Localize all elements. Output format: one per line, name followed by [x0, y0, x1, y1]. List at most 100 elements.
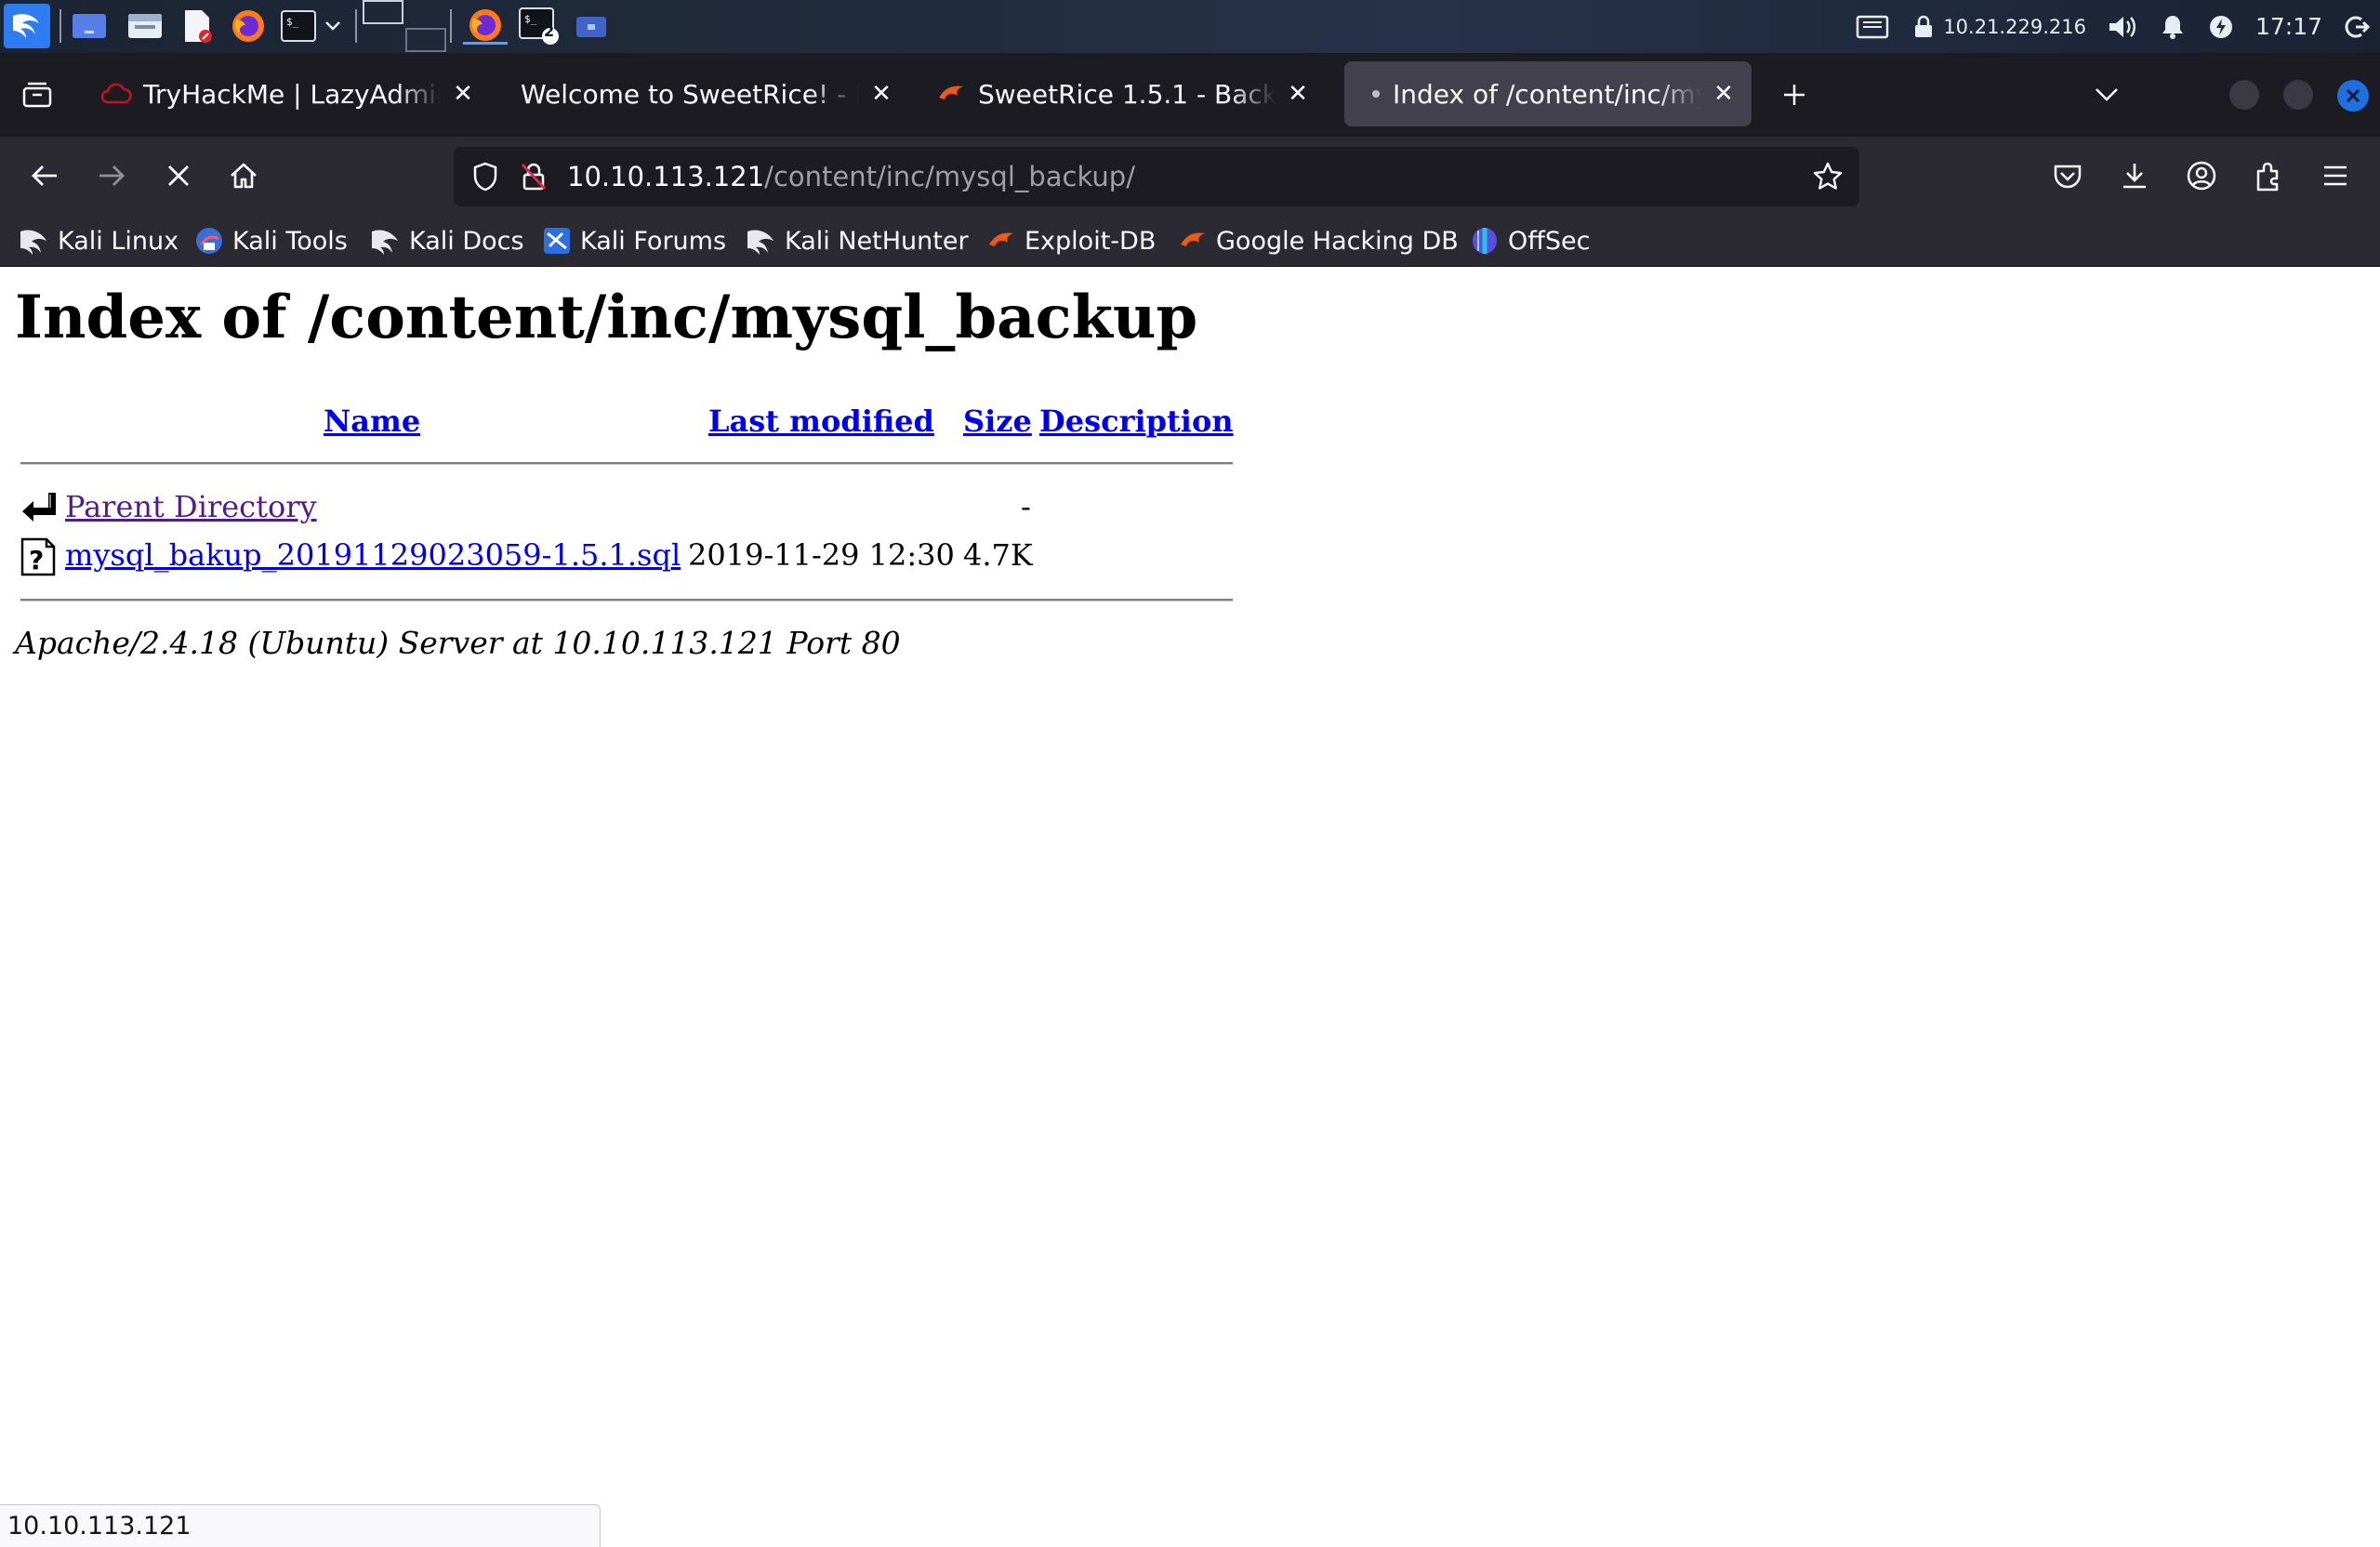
bookmark-star-icon[interactable] — [1809, 158, 1846, 195]
extensions-button[interactable] — [2246, 153, 2291, 198]
kali-tools-icon — [193, 225, 225, 257]
stop-loading-button[interactable] — [156, 153, 201, 198]
page-title: Index of /content/inc/mysql_backup — [15, 283, 1198, 352]
terminal-window-icon[interactable]: $_ 2 — [517, 7, 562, 45]
bookmark-kali-forums[interactable]: Kali Forums — [541, 223, 726, 258]
parent-directory-link[interactable]: Parent Directory — [65, 489, 317, 524]
tab-sweetrice-dashboard[interactable]: Welcome to SweetRice! - Dashboard ✕ — [506, 61, 909, 126]
clock[interactable]: 17:17 — [2255, 13, 2322, 40]
home-button[interactable] — [221, 153, 266, 198]
bookmark-kali-linux[interactable]: Kali Linux — [19, 223, 178, 258]
vpn-lock-icon[interactable] — [1910, 13, 1937, 41]
kali-dragon-icon — [746, 225, 777, 257]
bookmark-kali-tools[interactable]: Kali Tools — [193, 223, 348, 258]
svg-text:$_: $_ — [524, 13, 537, 25]
url-bar[interactable]: 10.10.113.121/content/inc/mysql_backup/ — [454, 147, 1859, 206]
url-path: /content/inc/mysql_backup/ — [764, 161, 1135, 192]
app-menu-button[interactable] — [2313, 153, 2358, 198]
minimize-button[interactable] — [2229, 80, 2259, 110]
maximize-button[interactable] — [2283, 80, 2313, 110]
tab-tryhackme[interactable]: TryHackMe | LazyAdmin ✕ — [86, 61, 491, 126]
desktop-top-panel: $_ $_ 2 10.21.229.216 17:17 — [0, 0, 2380, 53]
column-header-name[interactable]: Name — [324, 403, 420, 439]
table-divider-top — [20, 462, 1233, 465]
panel-separator — [450, 9, 452, 43]
status-url: 10.10.113.121 — [7, 1512, 192, 1540]
unknown-file-icon[interactable]: ? — [20, 537, 56, 576]
app-window-icon[interactable] — [571, 7, 612, 45]
forward-button[interactable] — [89, 153, 134, 198]
tab-title: SweetRice 1.5.1 - Backup Disclosure — [978, 78, 1276, 110]
close-tab-icon[interactable]: ✕ — [450, 80, 476, 108]
bookmark-exploit-db[interactable]: Exploit-DB — [985, 223, 1156, 258]
insecure-connection-lock-icon[interactable] — [515, 158, 552, 195]
terminal-launcher-icon[interactable]: $_ — [279, 7, 318, 45]
volume-icon[interactable] — [2107, 13, 2138, 41]
server-signature: Apache/2.4.18 (Ubuntu) Server at 10.10.1… — [15, 625, 901, 661]
panel-separator — [60, 9, 61, 43]
svg-text:$_: $_ — [286, 16, 299, 28]
logout-icon[interactable] — [2343, 13, 2371, 41]
close-tab-icon[interactable]: ✕ — [1285, 80, 1311, 108]
bookmark-label: OffSec — [1508, 226, 1591, 256]
last-modified-cell: 2019-11-29 12:30 — [688, 537, 955, 573]
pocket-button[interactable] — [2045, 153, 2090, 198]
bookmark-google-hacking-db[interactable]: Google Hacking DB — [1177, 223, 1459, 258]
close-window-button[interactable] — [2337, 80, 2369, 112]
parent-directory-icon[interactable] — [20, 489, 56, 524]
firefox-window-icon[interactable] — [463, 7, 508, 45]
workspace-1-icon[interactable] — [363, 0, 403, 24]
tab-sweetrice-exploit[interactable]: SweetRice 1.5.1 - Backup Disclosure ✕ — [920, 61, 1326, 126]
bookmark-label: Kali Linux — [58, 226, 179, 256]
workspace-2-icon[interactable] — [405, 28, 446, 52]
downloads-button[interactable] — [2112, 153, 2157, 198]
network-icon[interactable] — [1856, 13, 1889, 41]
stop-icon — [168, 165, 189, 186]
text-editor-icon[interactable] — [178, 7, 216, 45]
new-tab-button[interactable] — [1772, 73, 1817, 117]
terminal-window-count: 2 — [544, 22, 555, 40]
close-tab-icon[interactable]: ✕ — [1711, 80, 1737, 108]
column-header-description[interactable]: Description — [1039, 403, 1234, 439]
forward-arrow-icon — [99, 165, 125, 186]
plus-icon — [1784, 85, 1805, 105]
chevron-down-icon — [2096, 88, 2118, 101]
tab-strip: TryHackMe | LazyAdmin ✕ Welcome to Sweet… — [0, 53, 2380, 137]
back-button[interactable] — [22, 153, 67, 198]
account-button[interactable] — [2179, 153, 2224, 198]
pocket-icon — [2054, 165, 2082, 189]
url-host: 10.10.113.121 — [567, 161, 765, 192]
download-icon — [2123, 164, 2146, 189]
show-desktop-icon[interactable] — [69, 7, 110, 45]
column-header-last-modified[interactable]: Last modified — [708, 403, 934, 439]
tab-index-mysql-backup[interactable]: Index of /content/inc/mysql_backup ✕ — [1344, 61, 1752, 126]
bookmark-label: Google Hacking DB — [1216, 226, 1459, 256]
loading-indicator-icon — [1372, 90, 1380, 98]
size-cell: 4.7K — [963, 537, 1033, 573]
kali-menu-icon[interactable] — [4, 4, 50, 48]
column-header-size[interactable]: Size — [963, 403, 1032, 439]
bookmark-kali-nethunter[interactable]: Kali NetHunter — [746, 223, 969, 258]
chevron-down-icon[interactable] — [322, 7, 344, 45]
tracking-protection-shield-icon[interactable] — [467, 158, 504, 195]
firefox-view-button[interactable] — [15, 73, 60, 117]
list-all-tabs-button[interactable] — [2084, 73, 2129, 117]
close-tab-icon[interactable]: ✕ — [868, 80, 894, 108]
firefox-launcher-icon[interactable] — [229, 7, 268, 45]
firefox-view-icon — [22, 82, 52, 108]
tab-title: Welcome to SweetRice! - Dashboard — [521, 78, 859, 110]
bookmark-kali-docs[interactable]: Kali Docs — [370, 223, 524, 258]
sql-backup-file-link[interactable]: mysql_bakup_20191129023059-1.5.1.sql — [65, 537, 681, 573]
url-text[interactable]: 10.10.113.121/content/inc/mysql_backup/ — [567, 147, 1135, 206]
exploit-db-icon — [1177, 225, 1209, 257]
panel-separator — [355, 9, 357, 43]
system-tray: 10.21.229.216 17:17 — [1856, 0, 2380, 53]
size-cell: - — [1021, 489, 1031, 524]
close-icon — [2346, 88, 2360, 103]
file-manager-icon[interactable] — [125, 7, 165, 45]
power-manager-icon[interactable] — [2207, 13, 2235, 41]
bookmark-label: Kali Forums — [580, 226, 727, 256]
notification-bell-icon[interactable] — [2159, 13, 2187, 41]
home-icon — [231, 163, 257, 189]
bookmark-offsec[interactable]: OffSec — [1469, 223, 1590, 258]
